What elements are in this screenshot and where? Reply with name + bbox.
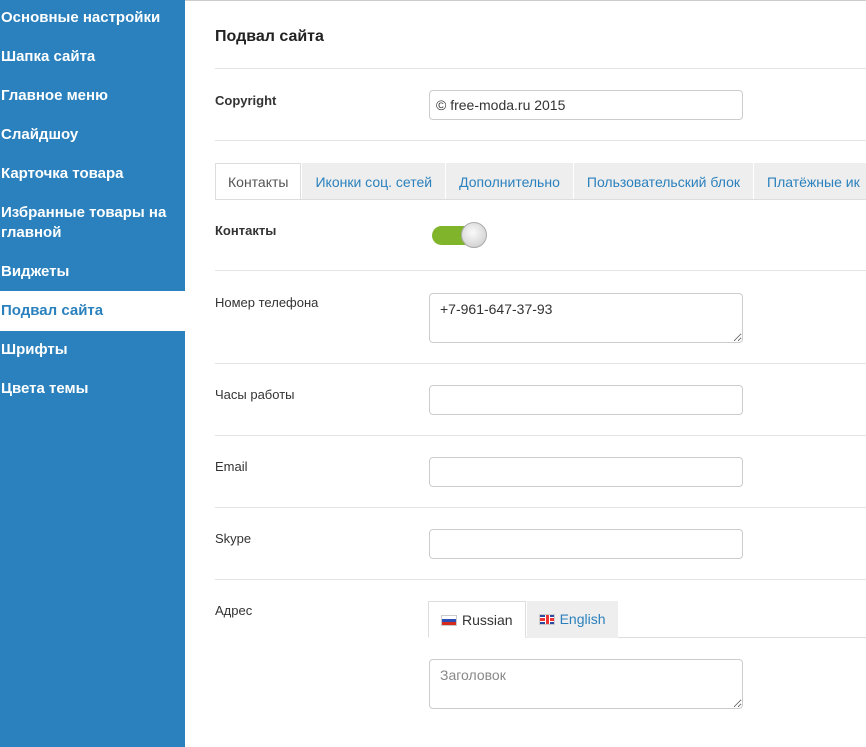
contacts-toggle[interactable] <box>432 222 487 248</box>
russia-flag-icon <box>441 615 457 626</box>
hours-label: Часы работы <box>215 387 295 402</box>
phone-label: Номер телефона <box>215 295 319 310</box>
tab-lang-english-label: English <box>559 611 606 627</box>
settings-sidebar: Основные настройки Шапка сайта Главное м… <box>0 0 185 747</box>
settings-panel: Подвал сайта Copyright КонтактыИконки со… <box>185 0 866 747</box>
footer-tabs: Контакты Иконки соц. сетей Дополнительно По… <box>215 163 866 200</box>
sidebar-item-slideshow[interactable]: Слайдшоу <box>0 125 185 145</box>
sidebar-item-featured-products[interactable]: Избранные товары на главной <box>0 203 175 243</box>
tab-contacts[interactable]: Контакты <box>215 163 302 199</box>
toggle-knob <box>461 222 487 248</box>
tab-custom-block[interactable]: Пользовательский блок <box>573 163 754 199</box>
sidebar-item-main-menu[interactable]: Главное меню <box>0 86 185 106</box>
uk-flag-icon <box>538 614 555 625</box>
sidebar-item-main-settings[interactable]: Основные настройки <box>0 8 185 28</box>
sidebar-item-widgets[interactable]: Виджеты <box>0 262 185 282</box>
sidebar-item-footer[interactable]: Подвал сайта <box>0 291 185 331</box>
tab-payment-icons[interactable]: Платёжные ик <box>754 163 866 199</box>
skype-label: Skype <box>215 531 252 546</box>
tab-lang-russian[interactable]: Russian <box>428 601 526 638</box>
sidebar-item-product-card[interactable]: Карточка товара <box>0 164 185 184</box>
skype-input[interactable] <box>429 529 743 559</box>
divider <box>215 140 866 141</box>
sidebar-item-fonts[interactable]: Шрифты <box>0 340 185 360</box>
copyright-input[interactable] <box>429 90 743 120</box>
tab-lang-russian-label: Russian <box>462 612 513 628</box>
phone-textarea[interactable]: +7-961-647-37-93 <box>429 293 743 343</box>
sidebar-item-theme-colors[interactable]: Цвета темы <box>0 379 185 399</box>
tab-lang-english[interactable]: English <box>526 601 618 638</box>
divider <box>215 270 866 271</box>
divider <box>215 579 866 580</box>
hours-input[interactable] <box>429 385 743 415</box>
address-label: Адрес <box>215 603 253 618</box>
divider <box>215 435 866 436</box>
sidebar-item-site-header[interactable]: Шапка сайта <box>0 47 185 67</box>
page-title: Подвал сайта <box>215 28 324 45</box>
address-title-textarea[interactable] <box>429 659 743 709</box>
divider <box>215 363 866 364</box>
tab-additional[interactable]: Дополнительно <box>446 163 573 199</box>
copyright-label: Copyright <box>215 93 277 108</box>
email-input[interactable] <box>429 457 743 487</box>
address-language-tabs: Russian English <box>428 601 866 638</box>
tab-social-icons[interactable]: Иконки соц. сетей <box>302 163 446 199</box>
divider <box>215 68 866 69</box>
contacts-toggle-label: Контакты <box>215 223 277 238</box>
divider <box>215 507 866 508</box>
email-label: Email <box>215 459 248 474</box>
